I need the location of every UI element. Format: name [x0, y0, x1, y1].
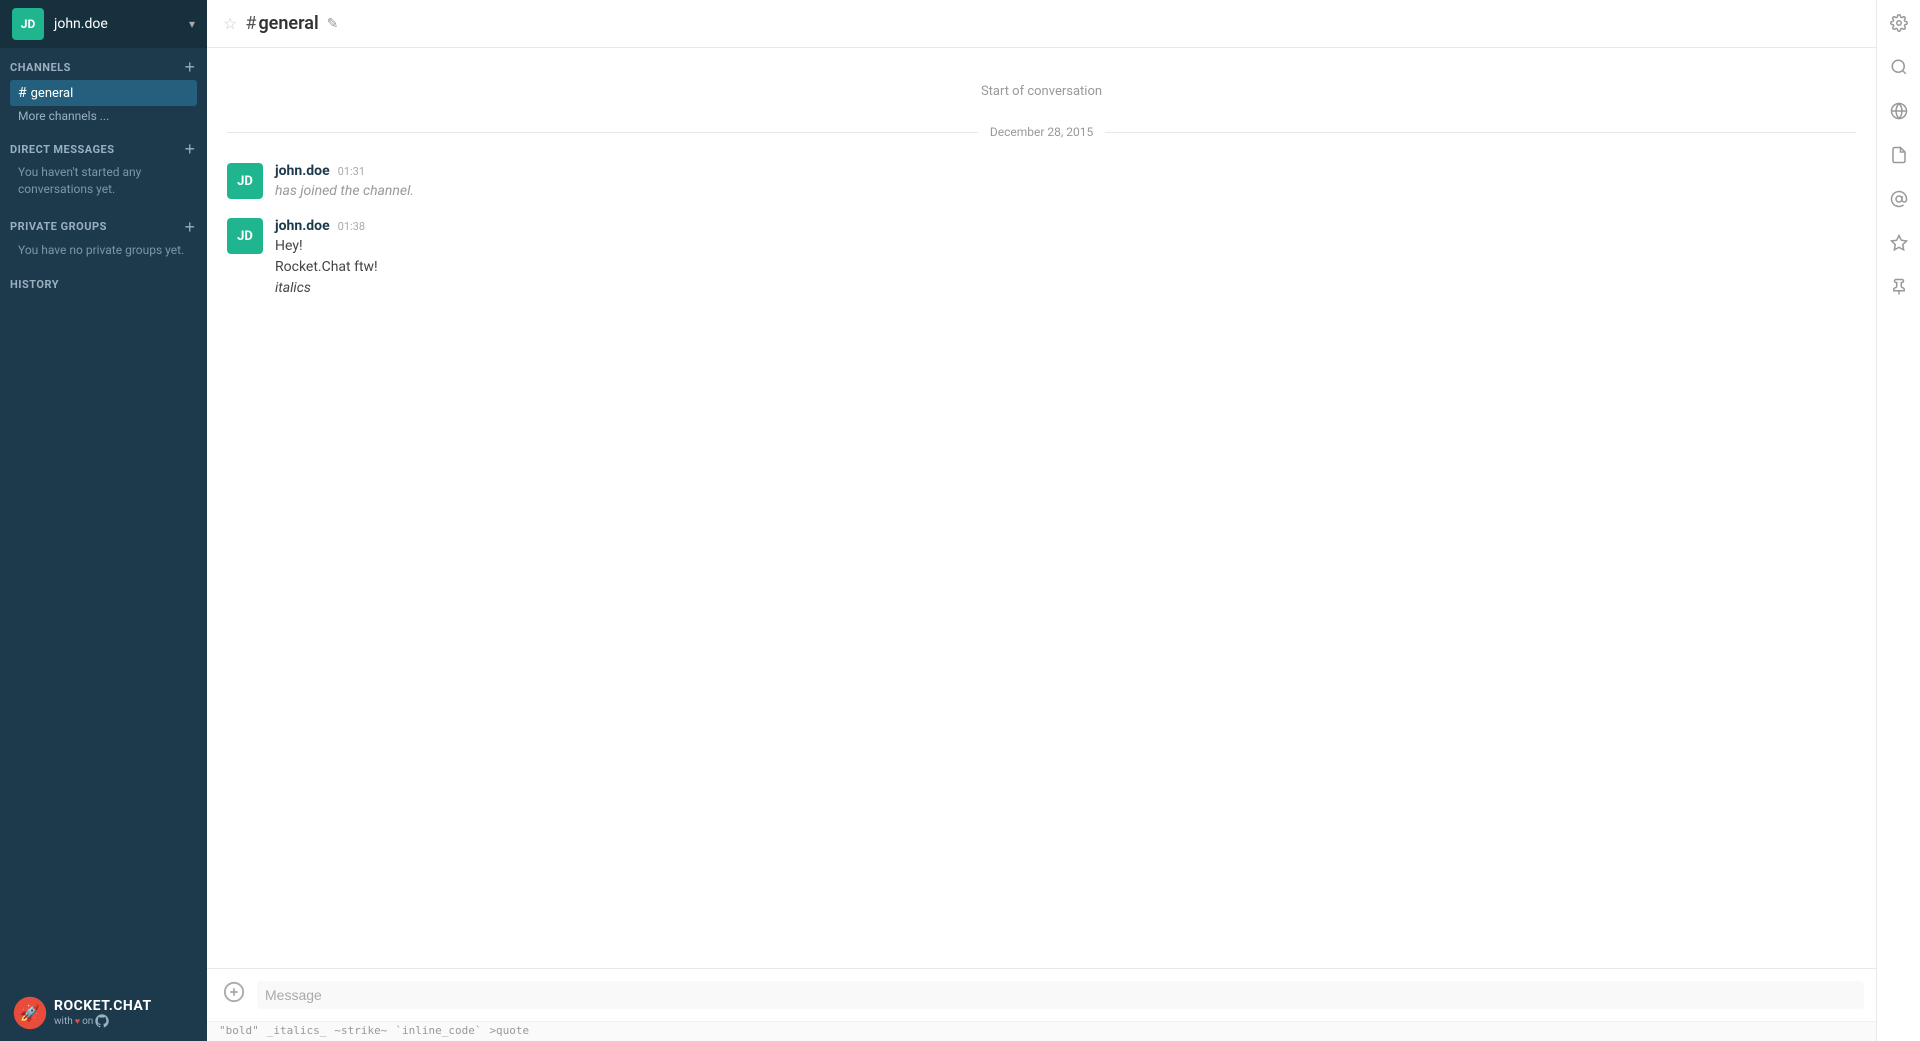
rocket-chat-text: ROCKET.CHAT with ♥ on [54, 998, 152, 1028]
format-hints-bar: "bold" _italics_ ~strike~ `inline_code` … [207, 1021, 1876, 1041]
message-input-bar [207, 968, 1876, 1021]
svg-text:🚀: 🚀 [20, 1003, 40, 1022]
rocket-sub-text: with ♥ on [54, 1014, 152, 1028]
message-avatar-1: JD [227, 163, 263, 199]
message-input[interactable] [257, 981, 1864, 1009]
add-direct-message-button[interactable]: + [182, 140, 197, 158]
message-content-2: john.doe 01:38 Hey! Rocket.Chat ftw! ita… [275, 218, 1856, 299]
direct-messages-empty: You haven't started any conversations ye… [10, 162, 197, 204]
rocket-logo-icon: 🚀 [12, 995, 48, 1031]
edit-channel-icon[interactable]: ✎ [327, 16, 339, 32]
right-toolbar [1876, 0, 1920, 1041]
message-line-2: Rocket.Chat ftw! [275, 257, 1856, 278]
message-time-2: 01:38 [338, 220, 365, 233]
channels-section-title: CHANNELS [10, 61, 71, 74]
message-text-1: has joined the channel. [275, 181, 1856, 202]
user-avatar: JD [12, 8, 44, 40]
direct-messages-section: DIRECT MESSAGES + You haven't started an… [0, 130, 207, 208]
more-channels-link[interactable]: More channels ... [10, 106, 197, 126]
topbar-hash-icon: # [245, 13, 256, 34]
github-icon [95, 1014, 109, 1028]
format-hint-strike: ~strike~ [334, 1024, 387, 1037]
format-hint-inline-code: `inline_code` [395, 1024, 481, 1037]
private-groups-header: PRIVATE GROUPS + [10, 218, 197, 236]
private-groups-title: PRIVATE GROUPS [10, 220, 107, 233]
date-divider: December 28, 2015 [207, 117, 1876, 147]
messages-area: Start of conversation December 28, 2015 … [207, 48, 1876, 968]
direct-messages-header: DIRECT MESSAGES + [10, 140, 197, 158]
message-line-1: Hey! [275, 236, 1856, 257]
message-header-2: john.doe 01:38 [275, 218, 1856, 234]
sidebar-header[interactable]: JD john.doe ▾ [0, 0, 207, 48]
star-icon[interactable] [1886, 230, 1912, 260]
format-hint-italics: _italics_ [267, 1024, 327, 1037]
sidebar: JD john.doe ▾ CHANNELS + # general More … [0, 0, 207, 1041]
message-time-1: 01:31 [338, 165, 365, 178]
message-content-1: john.doe 01:31 has joined the channel. [275, 163, 1856, 202]
gear-icon[interactable] [1886, 10, 1912, 40]
add-channel-button[interactable]: + [182, 58, 197, 76]
format-hint-bold: "bold" [219, 1024, 259, 1037]
channel-item-general[interactable]: # general [10, 80, 197, 106]
attach-button[interactable] [219, 977, 249, 1013]
message-username-1: john.doe [275, 163, 330, 179]
file-icon[interactable] [1886, 142, 1912, 172]
globe-icon[interactable] [1886, 98, 1912, 128]
private-groups-section: PRIVATE GROUPS + You have no private gro… [0, 208, 207, 269]
attach-icon [223, 981, 245, 1003]
date-divider-line-right [1105, 132, 1856, 133]
pin-icon[interactable] [1886, 274, 1912, 304]
channels-section-header: CHANNELS + [10, 58, 197, 76]
add-private-group-button[interactable]: + [182, 218, 197, 236]
message-username-2: john.doe [275, 218, 330, 234]
channel-name: general [31, 86, 74, 101]
channels-section: CHANNELS + # general More channels ... [0, 48, 207, 130]
start-of-conversation: Start of conversation [207, 64, 1876, 109]
message-header-1: john.doe 01:31 [275, 163, 1856, 179]
topbar-channel-name: general [258, 13, 318, 34]
message-avatar-2: JD [227, 218, 263, 254]
message-group-1: JD john.doe 01:31 has joined the channel… [207, 155, 1876, 210]
heart-icon: ♥ [75, 1016, 80, 1027]
topbar: ☆ # general ✎ [207, 0, 1876, 48]
message-line-3: italics [275, 278, 1856, 299]
hash-icon: # [18, 85, 27, 101]
favorite-icon[interactable]: ☆ [223, 14, 237, 33]
date-divider-label: December 28, 2015 [978, 125, 1105, 139]
date-divider-line-left [227, 132, 978, 133]
search-icon[interactable] [1886, 54, 1912, 84]
private-groups-empty: You have no private groups yet. [10, 240, 197, 265]
history-section[interactable]: HISTORY [0, 268, 207, 295]
message-group-2: JD john.doe 01:38 Hey! Rocket.Chat ftw! … [207, 210, 1876, 307]
at-icon[interactable] [1886, 186, 1912, 216]
sidebar-footer: 🚀 ROCKET.CHAT with ♥ on [0, 985, 207, 1041]
direct-messages-title: DIRECT MESSAGES [10, 143, 115, 156]
rocket-brand-name: ROCKET.CHAT [54, 998, 152, 1014]
chevron-down-icon: ▾ [189, 17, 195, 31]
rocket-chat-logo: 🚀 ROCKET.CHAT with ♥ on [12, 995, 152, 1031]
main-content: ☆ # general ✎ Start of conversation Dece… [207, 0, 1876, 1041]
sidebar-username: john.doe [54, 16, 189, 32]
format-hint-quote: >quote [489, 1024, 529, 1037]
